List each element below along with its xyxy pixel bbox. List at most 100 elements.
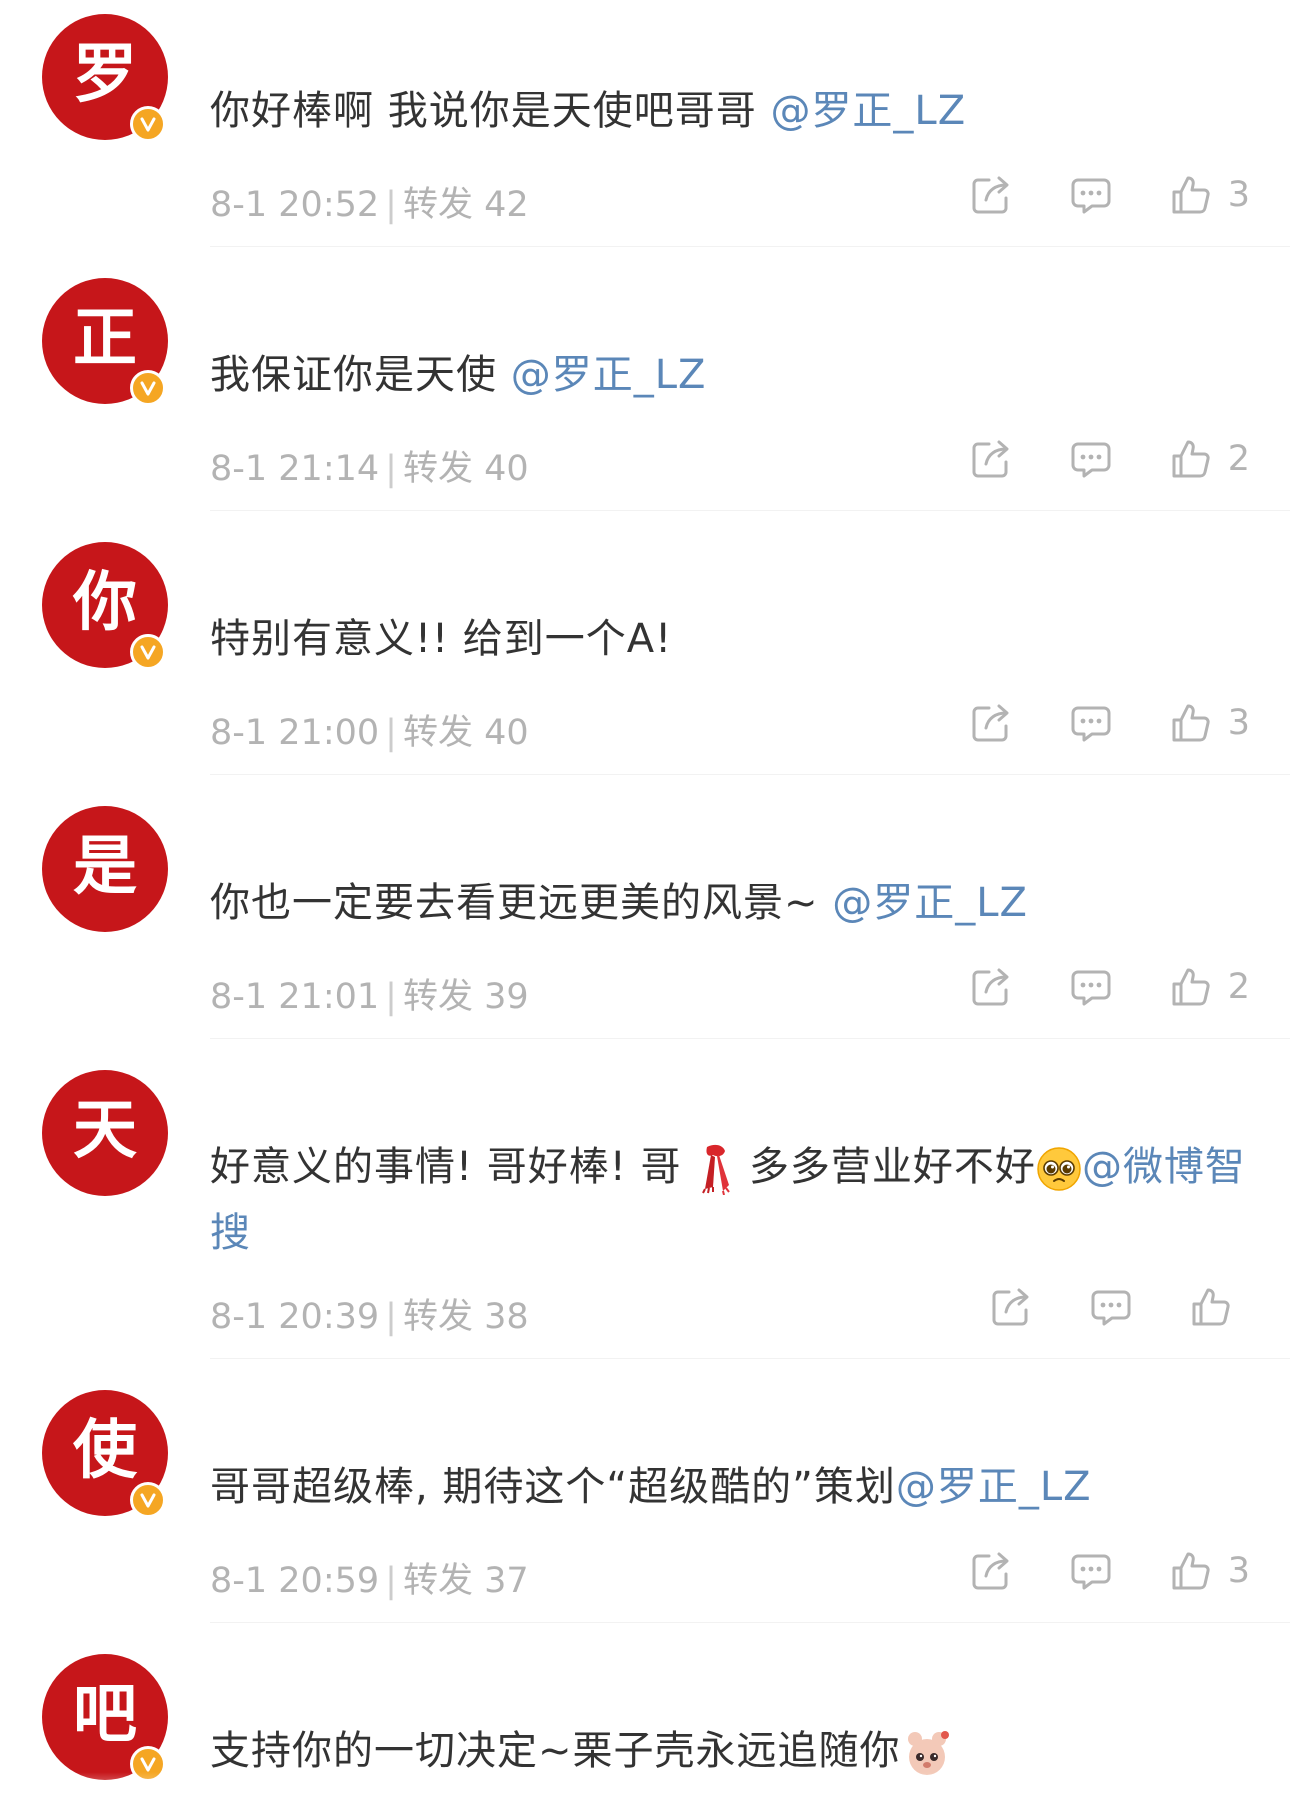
comment-icon [1071, 1554, 1111, 1590]
like-button[interactable]: 3 [1168, 700, 1250, 746]
timestamp: 8-1 20:39 [210, 1297, 380, 1337]
comment-text: 你也一定要去看更远更美的风景~ @罗正_LZ [210, 870, 1250, 936]
comment-button[interactable] [1088, 1284, 1134, 1330]
like-button[interactable]: 3 [1168, 1548, 1250, 1594]
mention-link[interactable]: @罗正_LZ [511, 352, 707, 398]
like-count: 3 [1227, 703, 1250, 743]
divider [210, 1622, 1290, 1623]
comment-item: 罗 你好棒啊 我说你是天使吧哥哥 @罗正_LZ 8-1 20:52 | 转发 42 … [0, 0, 1290, 264]
avatar[interactable]: 天 [42, 1070, 168, 1196]
meta-separator: | [385, 977, 397, 1017]
avatar-char: 是 [73, 830, 137, 904]
avatar-char: 罗 [73, 38, 137, 112]
repost-label: 转发 [402, 713, 473, 753]
repost-count: 39 [484, 977, 529, 1017]
comment-item: 正 我保证你是天使 @罗正_LZ 8-1 21:14 | 转发 40 2 [0, 264, 1290, 528]
timestamp: 8-1 21:00 [210, 713, 380, 753]
mention-link[interactable]: @罗正_LZ [896, 1464, 1092, 1510]
comment-item: 天 好意义的事情! 哥好棒! 哥 多多营业好不好 @微博智搜 8-1 20:39 |… [0, 1056, 1290, 1376]
share-icon [972, 1552, 1009, 1590]
action-bar: 2 [914, 964, 1250, 1010]
like-count: 3 [1227, 175, 1250, 215]
meta-separator: | [385, 1561, 397, 1601]
timestamp: 8-1 20:52 [210, 185, 380, 225]
like-count: 2 [1227, 439, 1250, 479]
comment-body: 特别有意义!! 给到一个A! [210, 616, 673, 662]
action-bar: 2 [914, 436, 1250, 482]
repost-label: 转发 [402, 1561, 473, 1601]
comment-body: 你好棒啊 我说你是天使吧哥哥 [210, 88, 771, 134]
action-bar: 3 [914, 700, 1250, 746]
divider [210, 1358, 1290, 1359]
verified-badge-icon [130, 370, 166, 406]
meta-separator: | [385, 449, 397, 489]
comment-button[interactable] [1068, 964, 1114, 1010]
divider [210, 510, 1290, 511]
comment-text: 你好棒啊 我说你是天使吧哥哥 @罗正_LZ [210, 78, 1250, 144]
comment-button[interactable] [1068, 1548, 1114, 1594]
repost-label: 转发 [402, 977, 473, 1017]
timestamp: 8-1 21:14 [210, 449, 380, 489]
like-count: 3 [1227, 1551, 1250, 1591]
share-icon [972, 176, 1009, 214]
comment-icon [1091, 1290, 1131, 1326]
comment-item: 你 特别有意义!! 给到一个A! 8-1 21:00 | 转发 40 3 [0, 528, 1290, 792]
comment-text: 我保证你是天使 @罗正_LZ [210, 342, 1250, 408]
comment-item: 是 你也一定要去看更远更美的风景~ @罗正_LZ 8-1 21:01 | 转发 39… [0, 792, 1290, 1056]
divider [210, 1038, 1290, 1039]
comment-text: 哥哥超级棒, 期待这个“超级酷的”策划@罗正_LZ [210, 1454, 1250, 1520]
thumbs-up-icon [1192, 1288, 1230, 1326]
comment-button[interactable] [1068, 436, 1114, 482]
share-button[interactable] [968, 436, 1014, 482]
comment-meta: 8-1 20:59 | 转发 37 [210, 1552, 529, 1603]
share-button[interactable] [968, 172, 1014, 218]
comment-item: 使 哥哥超级棒, 期待这个“超级酷的”策划@罗正_LZ 8-1 20:59 | 转发… [0, 1376, 1290, 1640]
mention-link[interactable]: @罗正_LZ [770, 88, 966, 134]
action-bar: 3 [914, 1548, 1250, 1594]
comment-icon [1071, 442, 1111, 478]
action-bar [934, 1284, 1270, 1330]
avatar-char: 吧 [73, 1678, 137, 1752]
verified-badge-icon [130, 634, 166, 670]
like-button[interactable] [1188, 1284, 1270, 1330]
share-button[interactable] [968, 700, 1014, 746]
bottom-fade [0, 1772, 1290, 1812]
comment-icon [1071, 706, 1111, 742]
repost-label: 转发 [402, 449, 473, 489]
comment-body-continued: 多多营业好不好 [748, 1144, 1036, 1190]
share-icon [972, 704, 1009, 742]
avatar-char: 你 [73, 566, 137, 640]
comment-button[interactable] [1068, 700, 1114, 746]
comment-text: 特别有意义!! 给到一个A! [210, 606, 1250, 672]
avatar-char: 正 [73, 302, 137, 376]
repost-count: 42 [484, 185, 529, 225]
like-button[interactable]: 3 [1168, 172, 1250, 218]
share-button[interactable] [968, 964, 1014, 1010]
comment-meta: 8-1 21:01 | 转发 39 [210, 968, 529, 1019]
like-button[interactable]: 2 [1168, 964, 1250, 1010]
share-button[interactable] [968, 1548, 1014, 1594]
divider [210, 774, 1290, 775]
comment-button[interactable] [1068, 172, 1114, 218]
pleading-face-emoji-icon [1037, 1147, 1081, 1191]
comment-body: 哥哥超级棒, 期待这个“超级酷的”策划 [210, 1464, 896, 1510]
repost-count: 40 [484, 449, 529, 489]
meta-separator: | [385, 185, 397, 225]
verified-badge-icon [130, 106, 166, 142]
avatar[interactable]: 是 [42, 806, 168, 932]
thumbs-up-icon [1172, 968, 1210, 1006]
share-icon [972, 440, 1009, 478]
share-button[interactable] [988, 1284, 1034, 1330]
meta-separator: | [385, 1297, 397, 1337]
repost-count: 37 [484, 1561, 529, 1601]
share-icon [992, 1288, 1029, 1326]
scarf-emoji-icon [702, 1144, 731, 1195]
avatar-char: 使 [73, 1414, 137, 1488]
timestamp: 8-1 20:59 [210, 1561, 380, 1601]
like-button[interactable]: 2 [1168, 436, 1250, 482]
mention-link[interactable]: @罗正_LZ [832, 880, 1028, 926]
comment-feed: 罗 你好棒啊 我说你是天使吧哥哥 @罗正_LZ 8-1 20:52 | 转发 42 … [0, 0, 1290, 1812]
repost-label: 转发 [402, 185, 473, 225]
comment-text: 好意义的事情! 哥好棒! 哥 多多营业好不好 @微博智搜 [210, 1134, 1250, 1266]
thumbs-up-icon [1172, 704, 1210, 742]
